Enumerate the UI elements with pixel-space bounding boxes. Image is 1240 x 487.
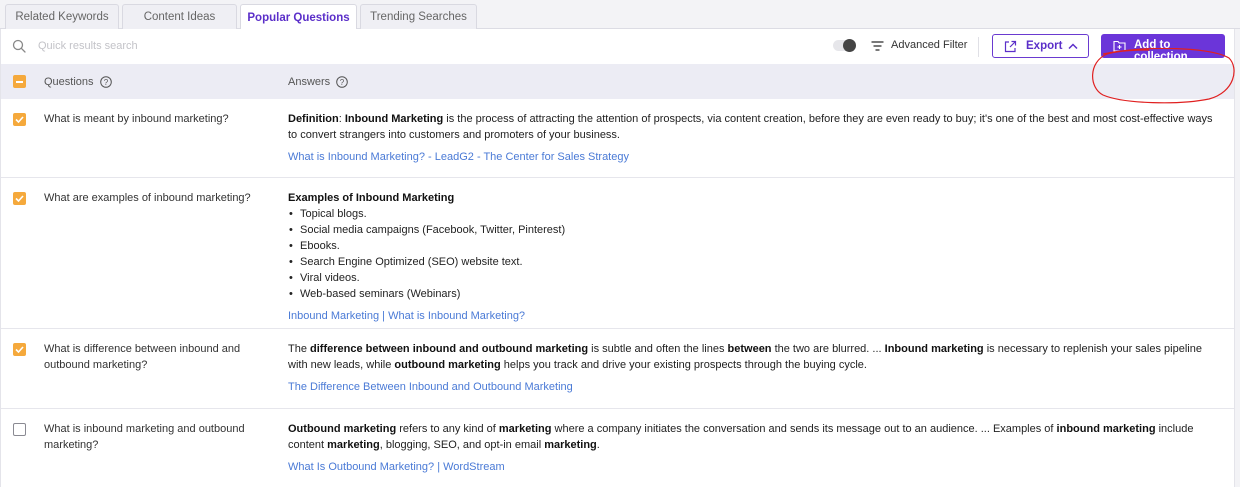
list-item: Topical blogs. (288, 206, 1223, 222)
answers-column-header: Answers ? (288, 76, 348, 88)
question-text: What is meant by inbound marketing? (44, 113, 229, 125)
list-item: Social media campaigns (Facebook, Twitte… (288, 222, 1223, 238)
answers-header-label: Answers (288, 76, 331, 88)
answer-paragraph: Outbound marketing refers to any kind of… (288, 421, 1223, 453)
check-icon (15, 116, 24, 124)
answer-text-run: , blogging, SEO, and opt-in email (379, 439, 545, 451)
row-checkbox[interactable] (13, 423, 26, 436)
row-checkbox[interactable] (13, 343, 26, 356)
export-button[interactable]: Export (992, 34, 1089, 58)
chevron-up-icon (1068, 43, 1078, 50)
question-text: What is inbound marketing and outbound m… (44, 423, 245, 451)
results-panel: Advanced Filter Export Add to collection (0, 29, 1235, 487)
answer-text-run: the two are blurred. ... (771, 343, 885, 355)
svg-text:?: ? (103, 78, 108, 87)
select-all-checkbox[interactable] (13, 75, 26, 88)
source-link[interactable]: What is Inbound Marketing? - LeadG2 - Th… (288, 149, 1223, 165)
svg-text:?: ? (340, 78, 345, 87)
answer-bold-run: Outbound marketing (288, 423, 397, 435)
answer-bold-run: Definition (288, 113, 339, 125)
search-icon (12, 39, 26, 53)
answer-text: Definition: Inbound Marketing is the pro… (288, 111, 1223, 165)
table-row: What is inbound marketing and outbound m… (1, 409, 1234, 487)
answer-text-run: The (288, 343, 311, 355)
toggle-switch[interactable] (833, 39, 856, 52)
toolbar: Advanced Filter Export Add to collection (1, 29, 1234, 64)
answer-bold-run: marketing (498, 423, 552, 435)
answer-bold-run: Inbound marketing (884, 343, 984, 355)
filter-icon[interactable] (871, 40, 884, 52)
quick-results-search-input[interactable] (38, 37, 338, 55)
question-text: What is difference between inbound and o… (44, 343, 241, 371)
check-icon (15, 195, 24, 203)
toolbar-divider (978, 37, 979, 57)
question-text: What are examples of inbound marketing? (44, 192, 251, 204)
tab-trending-searches[interactable]: Trending Searches (360, 4, 477, 29)
check-icon (15, 346, 24, 354)
table-header: Questions ? Answers ? (1, 64, 1234, 99)
answer-text-run: helps you track and drive your existing … (500, 359, 867, 371)
questions-header-label: Questions (44, 76, 94, 88)
table-row: What is meant by inbound marketing? Defi… (1, 99, 1234, 178)
answer-bold-run: Inbound Marketing (344, 113, 444, 125)
answer-list: Topical blogs. Social media campaigns (F… (288, 206, 1223, 302)
answer-text-run: where a company initiates the conversati… (551, 423, 1057, 435)
share-icon (1004, 40, 1017, 53)
tab-related-keywords[interactable]: Related Keywords (5, 4, 119, 29)
answer-text: Examples of Inbound Marketing Topical bl… (288, 190, 1223, 324)
list-item: Web-based seminars (Webinars) (288, 286, 1223, 302)
answer-text: The difference between inbound and outbo… (288, 341, 1223, 395)
answer-bold-run: between (727, 343, 772, 355)
table-row: What are examples of inbound marketing? … (1, 178, 1234, 329)
answer-text-run: is subtle and often the lines (588, 343, 728, 355)
answer-bold-run: marketing (327, 439, 380, 451)
toggle-knob (843, 39, 856, 52)
source-link[interactable]: Inbound Marketing | What is Inbound Mark… (288, 308, 1223, 324)
tab-popular-questions[interactable]: Popular Questions (240, 4, 357, 30)
answer-paragraph: The difference between inbound and outbo… (288, 341, 1223, 373)
answer-text-run: . (596, 439, 600, 451)
answer-paragraph: Definition: Inbound Marketing is the pro… (288, 111, 1223, 143)
row-checkbox[interactable] (13, 192, 26, 205)
export-label: Export (1026, 40, 1063, 52)
annotation-circle (1092, 48, 1235, 104)
advanced-filter-button[interactable]: Advanced Filter (891, 39, 967, 51)
table-row: What is difference between inbound and o… (1, 329, 1234, 409)
help-icon[interactable]: ? (99, 76, 112, 88)
answer-title: Examples of Inbound Marketing (288, 192, 455, 204)
list-item: Ebooks. (288, 238, 1223, 254)
row-checkbox[interactable] (13, 113, 26, 126)
answer-text-run: refers to any kind of (396, 423, 499, 435)
source-link[interactable]: What Is Outbound Marketing? | WordStream (288, 459, 1223, 475)
list-item: Search Engine Optimized (SEO) website te… (288, 254, 1223, 270)
tab-content-ideas[interactable]: Content Ideas (122, 4, 237, 29)
tab-bar: Related Keywords Content Ideas Popular Q… (0, 0, 1240, 30)
source-link[interactable]: The Difference Between Inbound and Outbo… (288, 379, 1223, 395)
answer-bold-run: inbound marketing (1056, 423, 1156, 435)
help-icon[interactable]: ? (336, 76, 348, 88)
answer-text: Outbound marketing refers to any kind of… (288, 421, 1223, 475)
answer-bold-run: marketing (544, 439, 597, 451)
questions-column-header: Questions ? (44, 76, 112, 88)
list-item: Viral videos. (288, 270, 1223, 286)
answer-bold-run: difference between inbound and outbound … (310, 343, 589, 355)
answer-bold-run: outbound marketing (394, 359, 501, 371)
